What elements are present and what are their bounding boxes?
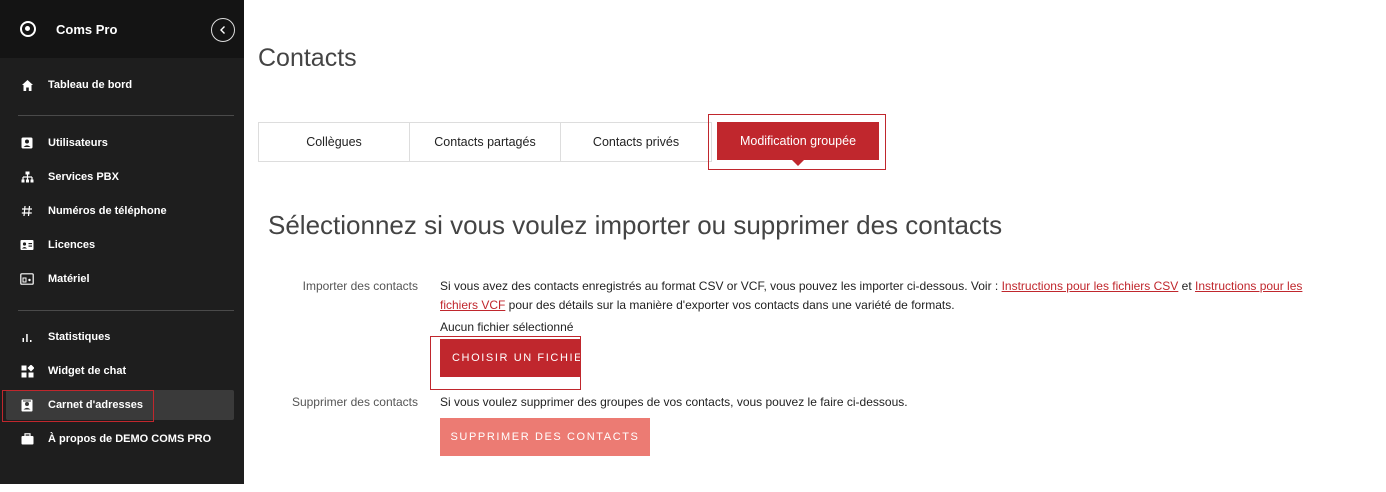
bar-chart-icon [20, 330, 34, 344]
address-book-icon [20, 398, 34, 412]
sidebar-item-label: Statistiques [48, 331, 111, 343]
delete-label: Supprimer des contacts [291, 395, 418, 409]
sidebar-item-dashboard[interactable]: Tableau de bord [6, 70, 234, 100]
sidebar-divider [18, 115, 234, 116]
sidebar-item-pbx-services[interactable]: Services PBX [6, 162, 234, 192]
tab-colleagues[interactable]: Collègues [258, 122, 410, 162]
widget-icon [20, 364, 34, 378]
import-description: Si vous avez des contacts enregistrés au… [440, 277, 1340, 315]
home-icon [20, 78, 34, 92]
delete-description: Si vous voulez supprimer des groupes de … [440, 395, 908, 409]
choose-file-button[interactable]: CHOISIR UN FICHIE [440, 339, 580, 377]
sidebar-item-hardware[interactable]: Matériel [6, 264, 234, 294]
hierarchy-icon [20, 170, 34, 184]
tab-bar: Collègues Contacts partagés Contacts pri… [258, 122, 879, 166]
tab-shared-contacts[interactable]: Contacts partagés [409, 122, 561, 162]
section-title: Sélectionnez si vous voulez importer ou … [268, 210, 1003, 240]
sidebar-item-users[interactable]: Utilisateurs [6, 128, 234, 158]
device-icon [20, 272, 34, 286]
tab-bulk-edit[interactable]: Modification groupée [711, 122, 879, 166]
sidebar-item-chat-widget[interactable]: Widget de chat [6, 356, 234, 386]
tab-private-contacts[interactable]: Contacts privés [560, 122, 712, 162]
sidebar: Coms Pro Tableau de bord Utilisateurs Se… [0, 0, 244, 484]
csv-instructions-link[interactable]: Instructions pour les fichiers CSV [1002, 279, 1179, 293]
import-text-part1: Si vous avez des contacts enregistrés au… [440, 279, 1002, 293]
app-name: Coms Pro [56, 21, 118, 37]
collapse-sidebar-button[interactable] [211, 18, 235, 42]
sidebar-item-about[interactable]: À propos de DEMO COMS PRO [6, 424, 234, 454]
page-title: Contacts [258, 44, 357, 72]
sidebar-item-statistics[interactable]: Statistiques [6, 322, 234, 352]
delete-contacts-button[interactable]: SUPPRIMER DES CONTACTS [440, 418, 650, 456]
sidebar-item-address-book[interactable]: Carnet d'adresses [6, 390, 234, 420]
sidebar-item-label: Widget de chat [48, 365, 127, 377]
chevron-left-icon [220, 26, 225, 34]
sidebar-item-label: Tableau de bord [48, 79, 133, 91]
app-logo-icon [20, 21, 36, 37]
hash-icon [20, 204, 34, 218]
sidebar-item-label: Licences [48, 239, 96, 251]
sidebar-item-label: À propos de DEMO COMS PRO [48, 433, 212, 445]
sidebar-item-label: Utilisateurs [48, 137, 108, 149]
sidebar-item-phone-numbers[interactable]: Numéros de téléphone [6, 196, 234, 226]
sidebar-item-label: Carnet d'adresses [48, 399, 143, 411]
briefcase-icon [20, 432, 34, 446]
license-icon [20, 238, 34, 252]
sidebar-header: Coms Pro [0, 0, 244, 58]
sidebar-item-label: Services PBX [48, 171, 119, 183]
sidebar-item-label: Matériel [48, 273, 90, 285]
sidebar-item-licenses[interactable]: Licences [6, 230, 234, 260]
import-text-and: et [1178, 279, 1196, 293]
user-card-icon [20, 136, 34, 150]
sidebar-item-label: Numéros de téléphone [48, 205, 167, 217]
import-label: Importer des contacts [302, 279, 418, 293]
tab-bulk-edit-label: Modification groupée [717, 122, 879, 166]
no-file-selected-text: Aucun fichier sélectionné [440, 320, 574, 334]
sidebar-divider [18, 310, 234, 311]
import-text-part2: pour des détails sur la manière d'export… [505, 298, 955, 312]
